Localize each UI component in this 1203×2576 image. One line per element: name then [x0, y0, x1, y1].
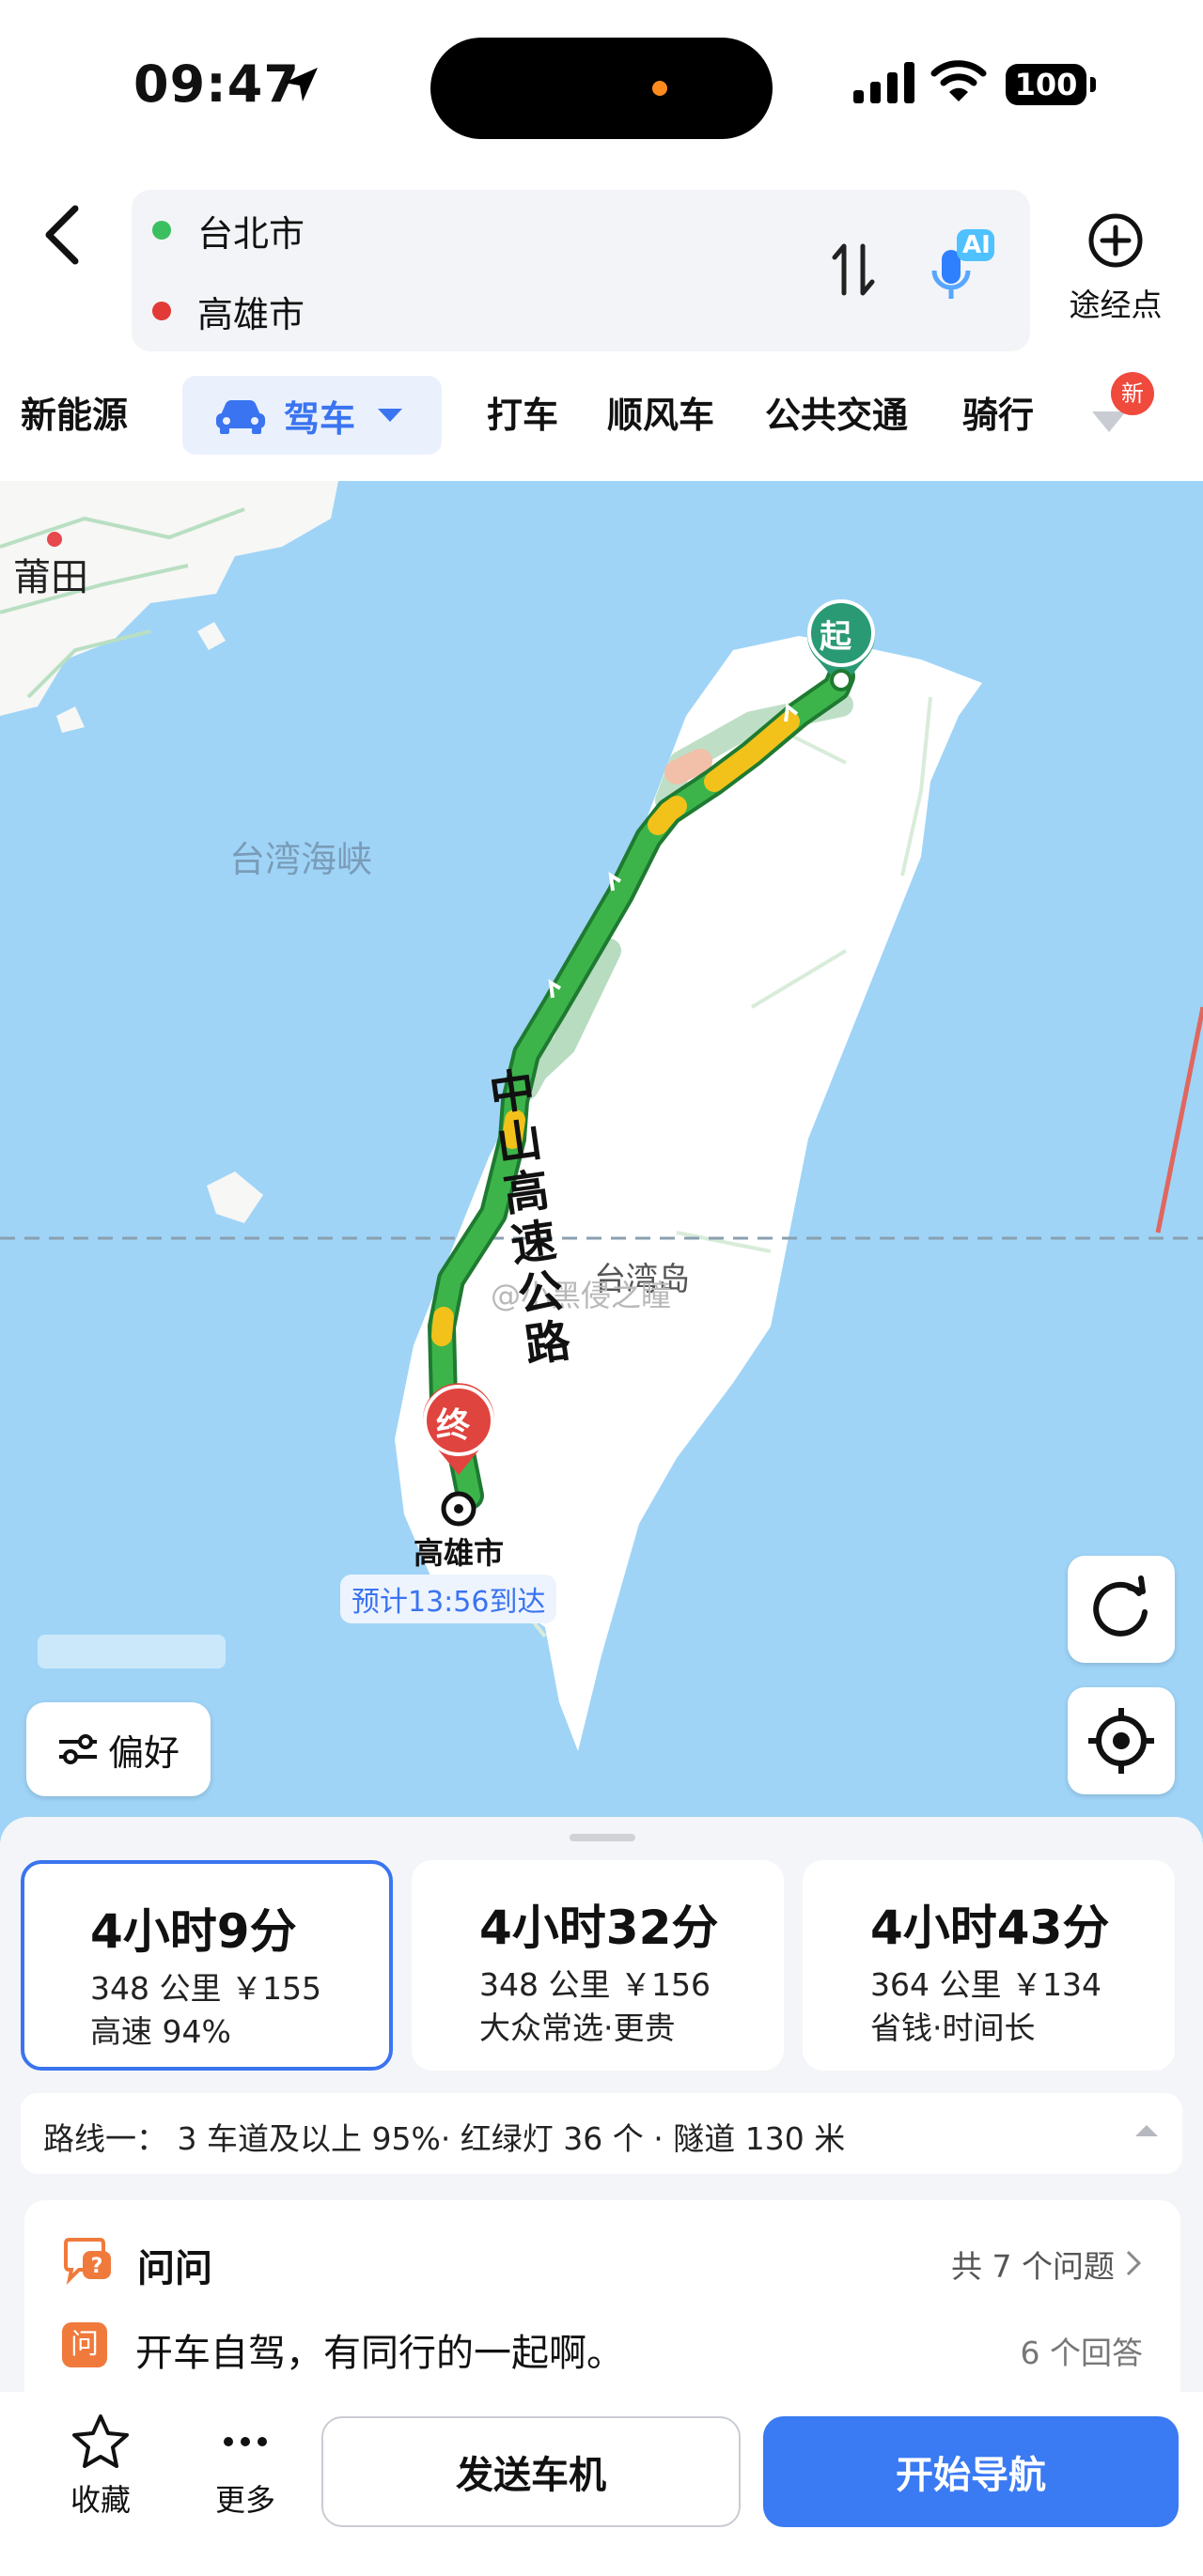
- alt-route-orange: [664, 749, 712, 784]
- qa-count[interactable]: 共 7 个问题: [951, 2242, 1115, 2287]
- battery-indicator: 100: [1006, 64, 1086, 105]
- star-icon: [72, 2414, 129, 2468]
- tab-public-transit[interactable]: 公共交通: [765, 376, 908, 455]
- preference-label: 偏好: [107, 1731, 180, 1774]
- eta-label: 预计13:56到达: [340, 1575, 557, 1623]
- tab-taxi[interactable]: 打车: [487, 376, 558, 455]
- route-note: 大众常选·更贵: [479, 2010, 676, 2046]
- location-arrow-icon: [284, 68, 318, 101]
- island-small-1: [197, 622, 226, 650]
- route-distance-cost: 348 公里 ￥155: [90, 1970, 321, 2007]
- tab-drive-label: 驾车: [284, 397, 356, 440]
- question-icon: 问: [62, 2322, 107, 2367]
- route-note: 高速 94%: [90, 2013, 231, 2050]
- sliders-icon: [58, 1734, 97, 1764]
- dynamic-island: [430, 38, 773, 139]
- destination-map-label: 高雄市: [414, 1535, 505, 1571]
- caret-down-icon: [378, 409, 403, 422]
- origin-text: 台北市: [197, 212, 305, 255]
- send-to-car-button[interactable]: 发送车机: [321, 2416, 741, 2527]
- tab-cycling[interactable]: 骑行: [962, 376, 1034, 455]
- origin-field[interactable]: 台北市: [132, 190, 305, 271]
- qa-question[interactable]: 开车自驾，有同行的一起啊。: [135, 2322, 624, 2377]
- preference-button[interactable]: 偏好: [26, 1702, 211, 1796]
- status-bar: 09:47 100: [0, 0, 1203, 178]
- route-duration: 4小时32分: [479, 1901, 719, 1955]
- add-waypoint-button[interactable]: 途经点: [1056, 210, 1175, 323]
- status-time: 09:47: [133, 54, 300, 114]
- new-badge: 新: [1111, 372, 1154, 415]
- chevron-right-icon[interactable]: [1124, 2249, 1143, 2277]
- route-card-2[interactable]: 4小时32分 348 公里 ￥156 大众常选·更贵: [412, 1860, 784, 2071]
- penghu-islands: [207, 1172, 263, 1223]
- putian-dot: [47, 532, 62, 547]
- qa-answers: 6 个回答: [1020, 2335, 1144, 2371]
- locate-button[interactable]: [1068, 1687, 1175, 1794]
- svg-text:?: ?: [91, 2255, 103, 2278]
- favorite-button[interactable]: 收藏: [49, 2413, 152, 2544]
- swap-icon[interactable]: [825, 237, 882, 303]
- more-label: 更多: [214, 2482, 275, 2518]
- qa-section[interactable]: ? 问问 共 7 个问题 问 开车自驾，有同行的一起啊。 6 个回答: [24, 2200, 1180, 2416]
- plus-circle-icon: [1088, 213, 1143, 268]
- map-label-putian: 莆田: [13, 556, 88, 599]
- destination-dot: [152, 302, 171, 320]
- qa-title: 问问: [137, 2247, 212, 2290]
- route-duration: 4小时43分: [870, 1901, 1110, 1955]
- locate-icon: [1088, 1708, 1154, 1774]
- tab-new-energy[interactable]: 新能源: [21, 376, 128, 455]
- favorite-label: 收藏: [70, 2482, 131, 2518]
- refresh-button[interactable]: [1068, 1556, 1175, 1663]
- waypoint-label: 途经点: [1069, 287, 1163, 323]
- sheet-handle[interactable]: [570, 1834, 635, 1841]
- car-icon: [216, 400, 265, 434]
- more-dots-icon: [224, 2437, 267, 2446]
- route-card-1[interactable]: 4小时9分 348 公里 ￥155 高速 94%: [21, 1860, 393, 2071]
- route-input-box: 台北市 高雄市: [132, 190, 1030, 351]
- route-card-3[interactable]: 4小时43分 364 公里 ￥134 省钱·时间长: [803, 1860, 1175, 2071]
- back-arrow-icon[interactable]: [34, 197, 90, 272]
- red-line: [1155, 1006, 1203, 1234]
- route-distance-cost: 348 公里 ￥156: [479, 1966, 711, 2003]
- route-distance-cost: 364 公里 ￥134: [870, 1966, 1101, 2003]
- collapse-caret-icon[interactable]: [1135, 2125, 1158, 2136]
- privacy-dot: [652, 81, 667, 96]
- island-small-2: [56, 706, 85, 733]
- map-view[interactable]: 莆田 台湾海峡 台湾岛 @小黑侵之瞳 中山高速公路 起 终 高雄市 预计13:5…: [0, 481, 1203, 1843]
- refresh-icon: [1093, 1575, 1148, 1637]
- cellular-signal-icon: [853, 62, 914, 103]
- route-note: 省钱·时间长: [870, 2010, 1036, 2046]
- bottom-action-bar: 收藏 更多 发送车机 开始导航: [0, 2392, 1203, 2576]
- ai-voice-button[interactable]: AI: [921, 224, 1006, 308]
- congestion-segment-2: [648, 796, 687, 835]
- transport-tabs: 新能源 驾车 打车 顺风车 公共交通 骑行: [0, 376, 1203, 481]
- wifi-icon: [930, 60, 987, 101]
- more-tabs-icon[interactable]: [1090, 410, 1128, 434]
- route-duration: 4小时9分: [90, 1904, 297, 1959]
- blurred-scale: [38, 1635, 226, 1668]
- end-marker-label: 终: [436, 1406, 471, 1445]
- map-label-strait: 台湾海峡: [229, 839, 373, 880]
- battery-tip: [1090, 77, 1096, 92]
- destination-text: 高雄市: [197, 293, 305, 335]
- more-button[interactable]: 更多: [194, 2413, 297, 2544]
- route-detail-row[interactable]: 路线一： 3 车道及以上 95%· 红绿灯 36 个 · 隧道 130 米: [21, 2093, 1182, 2174]
- start-navigation-button[interactable]: 开始导航: [763, 2416, 1179, 2527]
- congestion-segment-4: [431, 1307, 454, 1346]
- start-marker-label: 起: [820, 618, 851, 656]
- route-detail-text: 路线一： 3 车道及以上 95%· 红绿灯 36 个 · 隧道 130 米: [43, 2120, 846, 2157]
- destination-field[interactable]: 高雄市: [132, 271, 305, 351]
- map-canvas: [0, 481, 1203, 1751]
- qa-bubble-icon: ?: [64, 2238, 111, 2285]
- ai-badge-text: AI: [962, 231, 991, 259]
- origin-dot: [152, 221, 171, 240]
- tab-carpool[interactable]: 顺风车: [607, 376, 714, 455]
- tab-drive[interactable]: 驾车: [182, 376, 442, 455]
